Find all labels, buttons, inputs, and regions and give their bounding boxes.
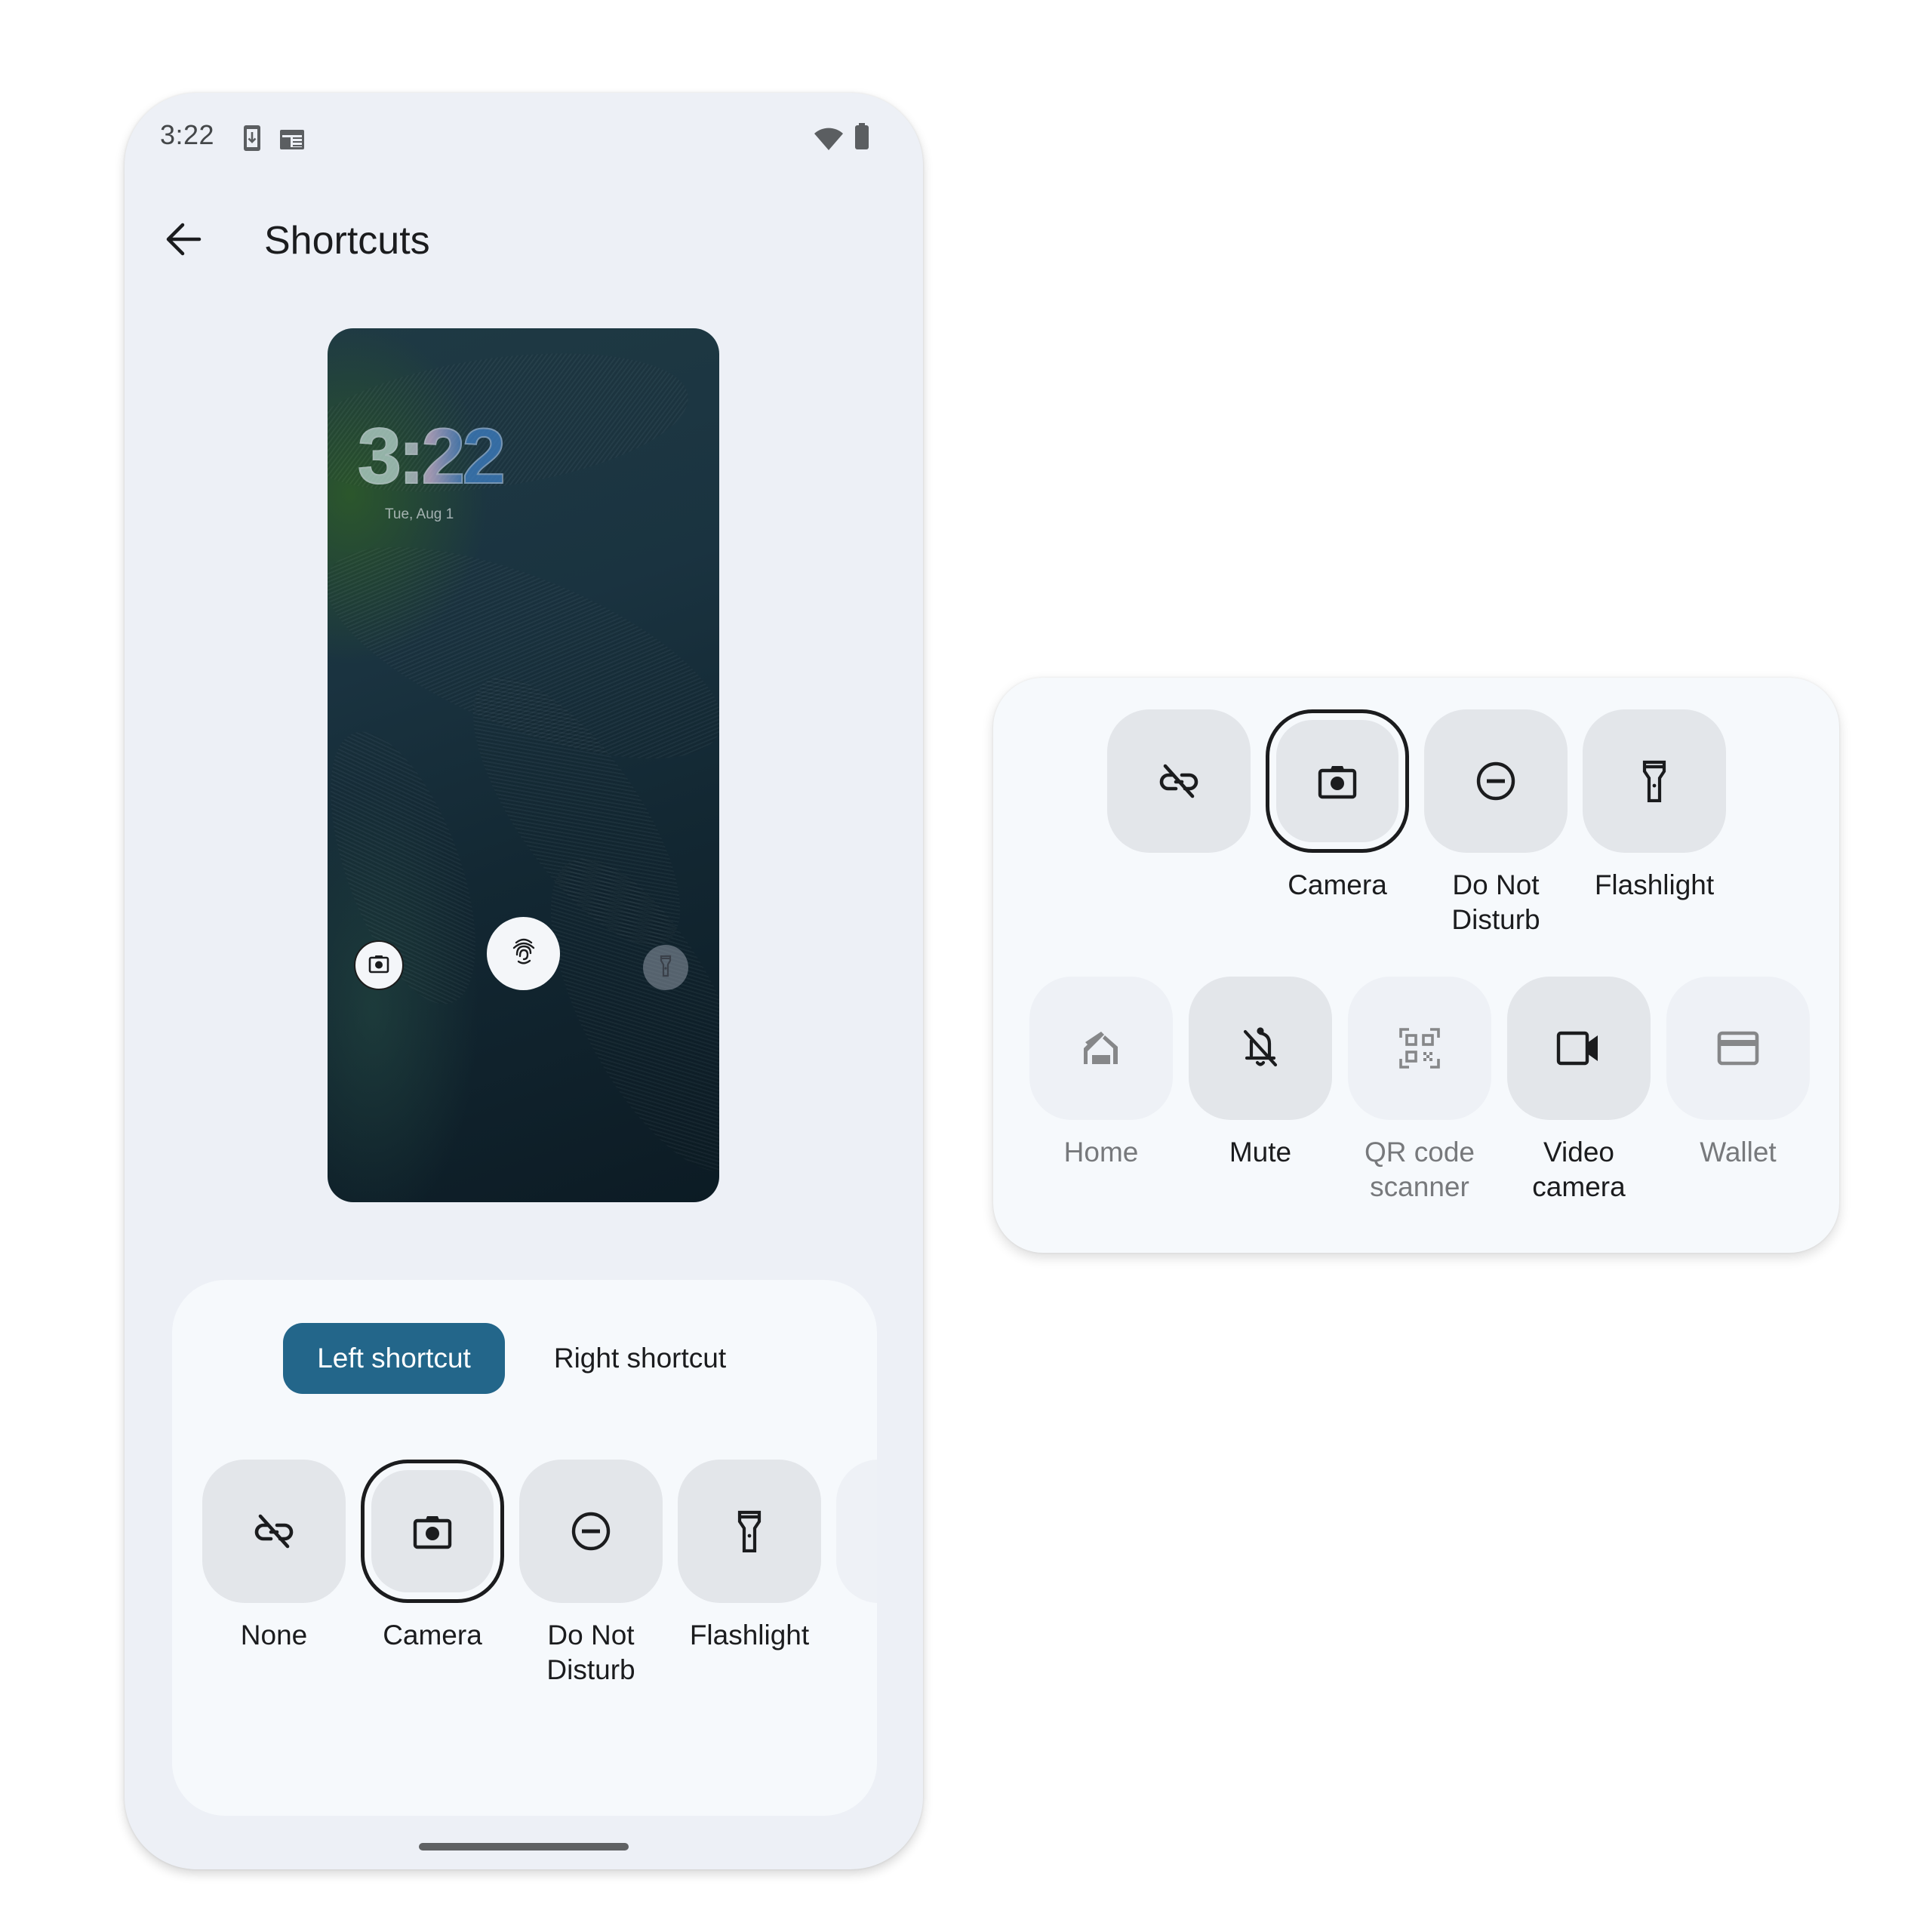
shortcut-options-row: None Camera Do Not Disturb Flashlight H — [172, 1280, 877, 1816]
shortcut-option-label: Video camera — [1532, 1137, 1626, 1202]
phone-screen: 3:22 Shortcuts 3:22 Tue, Aug 1 Left shor… — [125, 93, 923, 1869]
shortcut-option-tile[interactable] — [1189, 977, 1332, 1120]
wallpaper-feather — [328, 713, 506, 1023]
shortcut-option-label: Flashlight — [689, 1620, 810, 1651]
shortcut-option-tile[interactable] — [1348, 977, 1491, 1120]
do-not-disturb-icon — [1475, 761, 1516, 801]
do-not-disturb-icon — [571, 1511, 611, 1552]
shortcut-option-tile[interactable] — [1424, 709, 1568, 853]
shortcut-option-label: Flashlight — [1594, 869, 1715, 900]
shortcut-option-tile[interactable] — [1029, 977, 1173, 1120]
shortcut-option-label: Camera — [1288, 869, 1387, 900]
shortcut-option-tile[interactable] — [1107, 709, 1251, 853]
wallet-icon — [1717, 1031, 1759, 1066]
camera-icon — [413, 1513, 452, 1549]
camera-icon — [1318, 763, 1357, 799]
shortcut-option-label: QR code scanner — [1364, 1137, 1475, 1202]
camera-icon — [368, 954, 389, 977]
wallpaper-feather — [510, 829, 719, 1201]
lockscreen-right-shortcut — [643, 945, 688, 990]
fingerprint-icon — [510, 937, 537, 971]
link-off-icon — [1158, 762, 1200, 800]
page-title: Shortcuts — [264, 219, 430, 263]
navigation-handle[interactable] — [419, 1843, 629, 1850]
lockscreen-left-shortcut — [354, 940, 404, 990]
wifi-icon — [814, 126, 844, 150]
shortcut-option-tile[interactable] — [1666, 977, 1810, 1120]
lockscreen-clock: 3:22 — [357, 413, 506, 500]
shortcut-option-label: H — [821, 1618, 877, 1653]
back-button[interactable] — [156, 214, 211, 268]
shortcut-option-tile[interactable] — [202, 1460, 346, 1603]
mute-icon — [1241, 1027, 1280, 1069]
shortcut-option-label: Do Not Disturb — [1451, 869, 1540, 935]
video-camera-icon — [1556, 1031, 1601, 1066]
arrow-back-icon — [165, 223, 202, 260]
shortcut-option-tile[interactable] — [1266, 709, 1409, 853]
shortcut-options-grid: Camera Do Not Disturb Flashlight Home Mu… — [993, 678, 1839, 1253]
home-icon — [1081, 1030, 1121, 1066]
shortcut-option-tile[interactable] — [678, 1460, 821, 1603]
qr-code-scanner-icon — [1398, 1027, 1441, 1069]
shortcut-option-tile[interactable] — [1583, 709, 1726, 853]
shortcut-option-label: None — [240, 1620, 308, 1651]
shortcut-card: Left shortcut Right shortcut None Camera… — [172, 1280, 877, 1816]
download-phone-icon — [243, 125, 261, 152]
shortcut-option-tile[interactable] — [1507, 977, 1651, 1120]
flashlight-icon — [737, 1510, 762, 1552]
shortcut-option-label: Wallet — [1700, 1137, 1777, 1168]
flashlight-icon — [1641, 760, 1667, 802]
lockscreen-preview: 3:22 Tue, Aug 1 — [328, 328, 719, 1202]
status-time: 3:22 — [160, 119, 215, 150]
lockscreen-date: Tue, Aug 1 — [385, 506, 454, 522]
flashlight-icon — [660, 955, 672, 981]
shortcut-option-label: Do Not Disturb — [546, 1620, 635, 1685]
shortcut-option-label: Mute — [1229, 1137, 1292, 1168]
shortcut-option-tile[interactable] — [519, 1460, 663, 1603]
battery-icon — [854, 123, 869, 150]
shortcut-options-panel: Camera Do Not Disturb Flashlight Home Mu… — [993, 678, 1839, 1253]
shortcut-option-label: Camera — [383, 1620, 482, 1651]
shortcut-option-tile[interactable] — [361, 1460, 504, 1603]
fingerprint-button — [487, 917, 560, 990]
shortcut-option-label: Home — [1063, 1137, 1139, 1168]
shortcut-option-tile[interactable] — [836, 1460, 877, 1603]
calendar-icon — [279, 128, 305, 150]
link-off-icon — [253, 1512, 295, 1550]
